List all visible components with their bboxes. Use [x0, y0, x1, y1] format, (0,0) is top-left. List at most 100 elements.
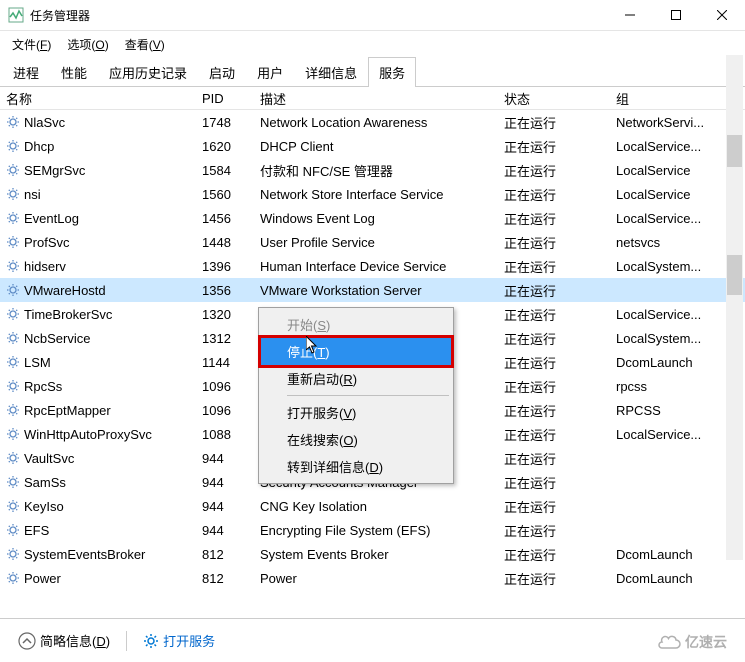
minimize-button[interactable] — [607, 0, 653, 30]
cell-desc: 付款和 NFC/SE 管理器 — [260, 161, 504, 180]
cell-desc: Human Interface Device Service — [260, 259, 504, 274]
cell-name: SamSs — [6, 475, 202, 490]
cell-name: VaultSvc — [6, 451, 202, 466]
cell-desc: System Events Broker — [260, 547, 504, 562]
fewer-details-button[interactable]: 简略信息(D) — [10, 627, 118, 654]
tab-details[interactable]: 详细信息 — [294, 57, 368, 87]
scroll-thumb-top-marker — [727, 135, 742, 167]
ctx-open-services[interactable]: 打开服务(V) — [261, 399, 451, 426]
cell-pid: 1560 — [202, 187, 260, 202]
cell-name: KeyIso — [6, 499, 202, 514]
close-button[interactable] — [699, 0, 745, 30]
col-header-status[interactable]: 状态 — [504, 89, 616, 108]
cell-status: 正在运行 — [504, 137, 616, 156]
ctx-restart[interactable]: 重新启动(R) — [261, 365, 451, 392]
col-header-pid[interactable]: PID — [202, 91, 260, 106]
ctx-online-search[interactable]: 在线搜索(O) — [261, 426, 451, 453]
table-row[interactable]: SEMgrSvc1584付款和 NFC/SE 管理器正在运行LocalServi… — [0, 158, 745, 182]
cell-group: DcomLaunch — [616, 571, 745, 586]
cell-status: 正在运行 — [504, 305, 616, 324]
cell-name: nsi — [6, 187, 202, 202]
cell-pid: 944 — [202, 475, 260, 490]
table-row[interactable]: KeyIso944CNG Key Isolation正在运行 — [0, 494, 745, 518]
tab-users[interactable]: 用户 — [246, 57, 294, 87]
tabbar: 进程 性能 应用历史记录 启动 用户 详细信息 服务 — [0, 57, 745, 87]
table-row[interactable]: EFS944Encrypting File System (EFS)正在运行 — [0, 518, 745, 542]
table-row[interactable]: SystemEventsBroker812System Events Broke… — [0, 542, 745, 566]
cell-name: hidserv — [6, 259, 202, 274]
window-controls — [607, 0, 745, 30]
menu-view[interactable]: 查看(V) — [119, 34, 171, 55]
cell-pid: 944 — [202, 523, 260, 538]
cell-pid: 812 — [202, 571, 260, 586]
table-row[interactable]: nsi1560Network Store Interface Service正在… — [0, 182, 745, 206]
col-header-desc[interactable]: 描述 — [260, 89, 504, 108]
col-header-name[interactable]: 名称 — [6, 89, 202, 108]
tab-services[interactable]: 服务 — [368, 57, 416, 87]
chevron-up-circle-icon — [18, 632, 36, 650]
menu-file[interactable]: 文件(F) — [6, 34, 57, 55]
table-row[interactable]: Power812Power正在运行DcomLaunch — [0, 566, 745, 590]
ctx-goto-details[interactable]: 转到详细信息(D) — [261, 453, 451, 480]
tab-app-history[interactable]: 应用历史记录 — [98, 57, 198, 87]
cell-status: 正在运行 — [504, 401, 616, 420]
table-row[interactable]: ProfSvc1448User Profile Service正在运行netsv… — [0, 230, 745, 254]
cell-name: NlaSvc — [6, 115, 202, 130]
cell-status: 正在运行 — [504, 425, 616, 444]
cell-name: EFS — [6, 523, 202, 538]
cell-pid: 1584 — [202, 163, 260, 178]
cell-pid: 1456 — [202, 211, 260, 226]
cell-name: RpcEptMapper — [6, 403, 202, 418]
scroll-thumb[interactable] — [727, 255, 742, 295]
app-icon — [8, 7, 24, 23]
cell-desc: Network Location Awareness — [260, 115, 504, 130]
tab-performance[interactable]: 性能 — [50, 57, 98, 87]
cell-name: SEMgrSvc — [6, 163, 202, 178]
table-row[interactable]: Dhcp1620DHCP Client正在运行LocalService... — [0, 134, 745, 158]
table-row[interactable]: hidserv1396Human Interface Device Servic… — [0, 254, 745, 278]
gear-icon — [143, 633, 159, 649]
cell-name: NcbService — [6, 331, 202, 346]
open-services-label: 打开服务 — [163, 631, 215, 650]
menu-options[interactable]: 选项(O) — [61, 34, 114, 55]
tab-startup[interactable]: 启动 — [198, 57, 246, 87]
cell-name: VMwareHostd — [6, 283, 202, 298]
cell-pid: 1144 — [202, 355, 260, 370]
column-headers: 名称 PID 描述 状态 组 — [0, 87, 745, 110]
titlebar: 任务管理器 — [0, 0, 745, 31]
context-menu: 开始(S) 停止(T) 重新启动(R) 打开服务(V) 在线搜索(O) 转到详细… — [258, 307, 454, 484]
cell-pid: 944 — [202, 451, 260, 466]
maximize-button[interactable] — [653, 0, 699, 30]
cell-pid: 1096 — [202, 403, 260, 418]
cell-status: 正在运行 — [504, 281, 616, 300]
tab-processes[interactable]: 进程 — [2, 57, 50, 87]
cell-status: 正在运行 — [504, 377, 616, 396]
cell-desc: DHCP Client — [260, 139, 504, 154]
table-row[interactable]: NlaSvc1748Network Location Awareness正在运行… — [0, 110, 745, 134]
cell-name: LSM — [6, 355, 202, 370]
table-row[interactable]: EventLog1456Windows Event Log正在运行LocalSe… — [0, 206, 745, 230]
vertical-scrollbar[interactable] — [726, 55, 743, 560]
footer-divider — [126, 631, 127, 651]
cell-desc: Encrypting File System (EFS) — [260, 523, 504, 538]
watermark: 亿速云 — [656, 632, 727, 652]
ctx-stop[interactable]: 停止(T) — [258, 335, 454, 368]
cell-status: 正在运行 — [504, 545, 616, 564]
cell-name: SystemEventsBroker — [6, 547, 202, 562]
cell-status: 正在运行 — [504, 449, 616, 468]
cell-desc: Windows Event Log — [260, 211, 504, 226]
cell-pid: 1320 — [202, 307, 260, 322]
cell-status: 正在运行 — [504, 161, 616, 180]
cell-name: EventLog — [6, 211, 202, 226]
open-services-link[interactable]: 打开服务 — [135, 627, 223, 654]
ctx-separator — [287, 395, 449, 396]
cell-desc: VMware Workstation Server — [260, 283, 504, 298]
cell-name: ProfSvc — [6, 235, 202, 250]
fewer-details-label: 简略信息(D) — [40, 631, 110, 650]
cell-pid: 1620 — [202, 139, 260, 154]
footer-bar: 简略信息(D) 打开服务 亿速云 — [0, 618, 745, 662]
ctx-start: 开始(S) — [261, 311, 451, 338]
table-row[interactable]: VMwareHostd1356VMware Workstation Server… — [0, 278, 745, 302]
cell-pid: 1396 — [202, 259, 260, 274]
cell-pid: 812 — [202, 547, 260, 562]
